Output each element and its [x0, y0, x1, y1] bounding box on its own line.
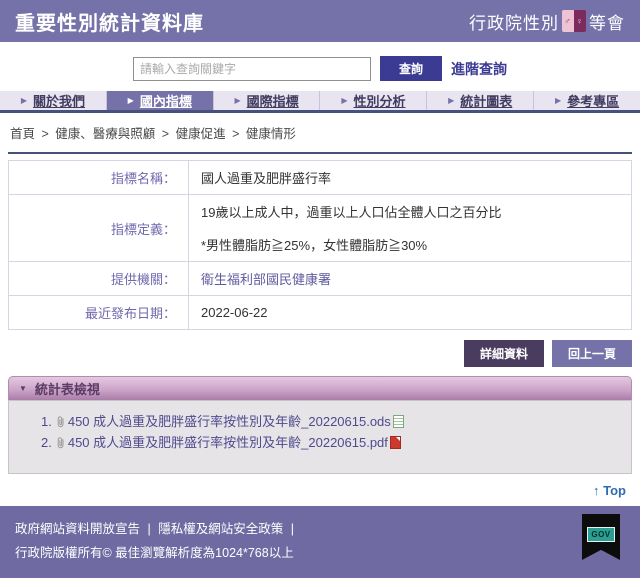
breadcrumb-separator: >	[232, 127, 239, 141]
indicator-definition-value: 19歲以上成人中，過重以上人口佔全體人口之百分比 *男性體脂肪≧25%，女性體脂…	[189, 195, 632, 262]
paperclip-icon	[55, 415, 66, 428]
table-row: 指標名稱： 國人過重及肥胖盛行率	[9, 161, 632, 195]
breadcrumb-health-promotion[interactable]: 健康促進	[176, 127, 226, 141]
stats-table-section: ▼ 統計表檢視 1. 450 成人過重及肥胖盛行率按性別及年齡_20220615…	[8, 376, 632, 474]
top-label: Top	[600, 483, 626, 498]
privacy-security-policy-link[interactable]: 隱私權及網站安全政策	[158, 522, 283, 536]
arrow-right-icon: ▶	[21, 96, 27, 105]
ods-file-icon	[393, 415, 404, 428]
footer-separator: |	[291, 522, 294, 536]
action-buttons: 詳細資料 回上一頁	[8, 340, 632, 367]
collapse-triangle-icon: ▼	[19, 384, 27, 393]
pdf-file-link[interactable]: 450 成人過重及肥胖盛行率按性別及年齡_20220615.pdf	[68, 432, 388, 453]
female-symbol-icon: ♀	[574, 10, 586, 32]
table-row: 指標定義： 19歲以上成人中，過重以上人口佔全體人口之百分比 *男性體脂肪≧25…	[9, 195, 632, 262]
main-nav: ▶ 關於我們 ▶ 國內指標 ▶ 國際指標 ▶ 性別分析 ▶ 統計圖表 ▶ 參考專…	[0, 91, 640, 113]
stats-section-title: 統計表檢視	[35, 379, 100, 398]
definition-line-1: 19歲以上成人中，過重以上人口佔全體人口之百分比	[201, 202, 619, 221]
arrow-right-icon: ▶	[341, 96, 347, 105]
copyright-text: 行政院版權所有© 最佳瀏覽解析度為1024*768以上	[15, 542, 625, 566]
arrow-right-icon: ▶	[448, 96, 454, 105]
tab-reference-area[interactable]: ▶ 參考專區	[534, 91, 640, 110]
ods-file-link[interactable]: 450 成人過重及肥胖盛行率按性別及年齡_20220615.ods	[68, 411, 391, 432]
release-date-value: 2022-06-22	[189, 296, 632, 330]
org-name-prefix: 行政院性別	[469, 9, 559, 34]
tab-international-indicators[interactable]: ▶ 國際指標	[214, 91, 321, 110]
tab-label: 統計圖表	[460, 91, 512, 110]
indicator-name-value: 國人過重及肥胖盛行率	[189, 161, 632, 195]
indicator-detail-table: 指標名稱： 國人過重及肥胖盛行率 指標定義： 19歲以上成人中，過重以上人口佔全…	[8, 160, 632, 330]
site-header: 重要性別統計資料庫 行政院性別 ♂ ♀ 等會	[0, 0, 640, 42]
stats-section-header[interactable]: ▼ 統計表檢視	[8, 376, 632, 400]
tab-about-us[interactable]: ▶ 關於我們	[0, 91, 107, 110]
tab-label: 性別分析	[353, 91, 405, 110]
tab-label: 國際指標	[247, 91, 299, 110]
arrow-right-icon: ▶	[234, 96, 240, 105]
definition-line-2: *男性體脂肪≧25%，女性體脂肪≧30%	[201, 235, 619, 254]
arrow-right-icon: ▶	[128, 96, 134, 105]
tab-label: 參考專區	[567, 91, 619, 110]
paperclip-icon	[55, 436, 66, 449]
top-row: ↑ Top	[0, 474, 640, 506]
gov-badge-label: GOV	[587, 527, 615, 542]
breadcrumb-separator: >	[162, 127, 169, 141]
file-index: 2.	[41, 432, 52, 453]
search-input[interactable]	[133, 57, 371, 81]
footer-policy-line: 政府網站資料開放宣告 | 隱私權及網站安全政策 |	[15, 518, 625, 542]
list-item: 2. 450 成人過重及肥胖盛行率按性別及年齡_20220615.pdf	[41, 432, 621, 453]
back-button[interactable]: 回上一頁	[552, 340, 632, 367]
indicator-definition-label: 指標定義：	[9, 195, 189, 262]
site-title: 重要性別統計資料庫	[15, 7, 204, 36]
pdf-file-icon	[390, 436, 401, 449]
tab-label: 國內指標	[140, 91, 192, 110]
search-bar: 查詢 進階查詢	[0, 42, 640, 91]
breadcrumb: 首頁 > 健康、醫療與照顧 > 健康促進 > 健康情形	[0, 113, 640, 150]
tab-statistical-charts[interactable]: ▶ 統計圖表	[427, 91, 534, 110]
tab-label: 關於我們	[33, 91, 85, 110]
org-name-suffix: 等會	[589, 9, 625, 34]
indicator-name-label: 指標名稱：	[9, 161, 189, 195]
male-symbol-icon: ♂	[562, 10, 574, 32]
agency-label: 提供機關：	[9, 262, 189, 296]
advanced-search-link[interactable]: 進階查詢	[451, 59, 507, 79]
release-date-label: 最近發布日期：	[9, 296, 189, 330]
stats-file-list: 1. 450 成人過重及肥胖盛行率按性別及年齡_20220615.ods 2. …	[8, 400, 632, 474]
site-footer: 政府網站資料開放宣告 | 隱私權及網站安全政策 | 行政院版權所有© 最佳瀏覽解…	[0, 506, 640, 578]
breadcrumb-health-medical-care[interactable]: 健康、醫療與照顧	[55, 127, 155, 141]
table-row: 提供機關： 衛生福利部國民健康署	[9, 262, 632, 296]
list-item: 1. 450 成人過重及肥胖盛行率按性別及年齡_20220615.ods	[41, 411, 621, 432]
org-brand-logo[interactable]: 行政院性別 ♂ ♀ 等會	[469, 9, 625, 34]
detail-data-button[interactable]: 詳細資料	[464, 340, 544, 367]
file-index: 1.	[41, 411, 52, 432]
footer-separator: |	[148, 522, 151, 536]
breadcrumb-separator: >	[42, 127, 49, 141]
breadcrumb-current-health-status: 健康情形	[246, 127, 296, 141]
back-to-top-link[interactable]: ↑ Top	[593, 483, 626, 498]
search-button[interactable]: 查詢	[380, 56, 442, 81]
arrow-right-icon: ▶	[555, 96, 561, 105]
open-data-declaration-link[interactable]: 政府網站資料開放宣告	[15, 522, 140, 536]
gender-equality-logo-icon: ♂ ♀	[562, 10, 586, 32]
breadcrumb-home[interactable]: 首頁	[10, 127, 35, 141]
table-row: 最近發布日期： 2022-06-22	[9, 296, 632, 330]
content-divider	[8, 152, 632, 154]
tab-domestic-indicators[interactable]: ▶ 國內指標	[107, 91, 214, 110]
tab-gender-analysis[interactable]: ▶ 性別分析	[320, 91, 427, 110]
agency-value: 衛生福利部國民健康署	[189, 262, 632, 296]
